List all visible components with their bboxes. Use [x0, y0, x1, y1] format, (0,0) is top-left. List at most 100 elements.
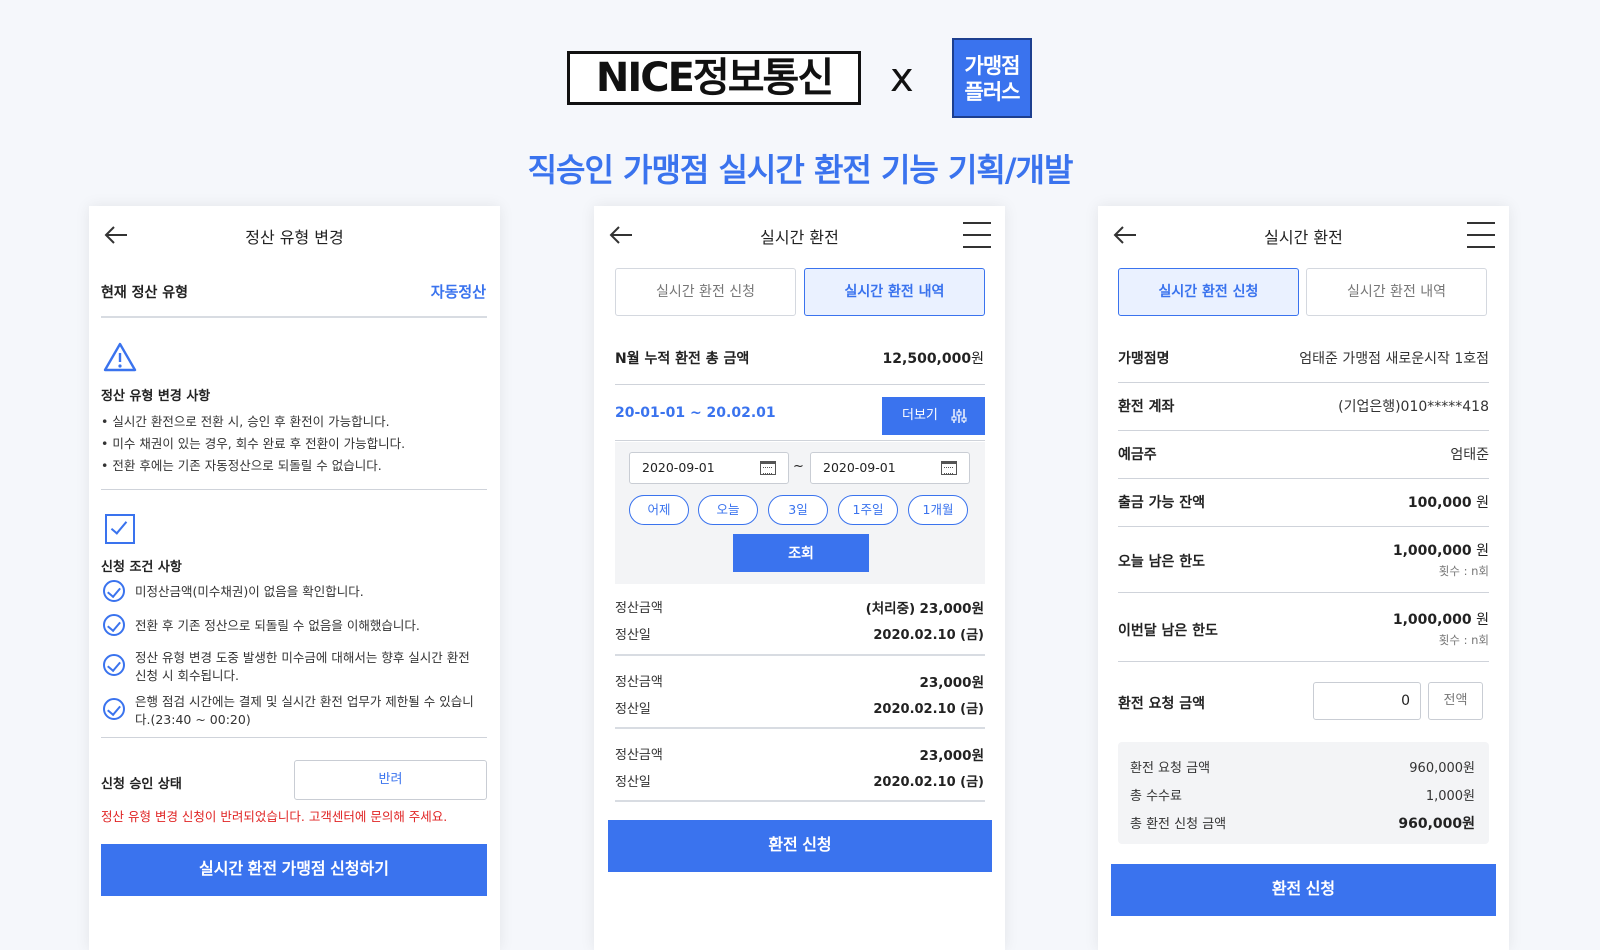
hamburger-menu-icon[interactable] [963, 222, 991, 248]
screen-realtime-exchange-history: 실시간 환전 실시간 환전 신청 실시간 환전 내역 N월 누적 환전 총 금액… [594, 206, 1005, 950]
record-date: 2020.02.10 (금) [873, 775, 984, 790]
app-bar: 실시간 환전 [594, 206, 1005, 262]
notice-item: • 실시간 환전으로 전환 시, 승인 후 환전이 가능합니다. [101, 414, 390, 429]
app-bar: 정산 유형 변경 [89, 206, 500, 262]
total-label: N월 누적 환전 총 금액 [615, 351, 750, 367]
more-button[interactable]: 더보기 [882, 397, 985, 435]
divider [1118, 478, 1489, 479]
record-amount: 23,000원 [919, 748, 984, 764]
chip-1month[interactable]: 1개월 [908, 495, 968, 525]
screen-title: 실시간 환전 [1264, 228, 1343, 247]
warning-icon [103, 342, 137, 372]
full-amount-button[interactable]: 전액 [1428, 682, 1483, 720]
record-amount-label: 정산금액 [615, 748, 663, 763]
store-value: 엄태준 가맹점 새로운시작 1호점 [1299, 351, 1489, 367]
chip-1week[interactable]: 1주일 [838, 495, 898, 525]
balance-label: 출금 가능 잔액 [1118, 495, 1206, 511]
record-date: 2020.02.10 (금) [873, 628, 984, 643]
checkbox-icon [105, 514, 135, 544]
divider [101, 737, 487, 738]
check-circle-icon[interactable] [103, 580, 125, 602]
check-circle-icon[interactable] [103, 698, 125, 720]
divider [615, 727, 985, 729]
record-date-label: 정산일 [615, 775, 651, 790]
divider [1118, 592, 1489, 593]
date-to-input[interactable]: 2020-09-01 [810, 452, 970, 484]
account-label: 환전 계좌 [1118, 399, 1175, 415]
notice-item: • 미수 채권이 있는 경우, 회수 완료 후 전환이 가능합니다. [101, 436, 406, 451]
status-badge: 반려 [294, 760, 487, 800]
month-limit-value: 1,000,000 원 [1392, 612, 1489, 628]
summary-request-label: 환전 요청 금액 [1130, 761, 1211, 776]
balance-value: 100,000 원 [1407, 495, 1489, 511]
total-amount: 12,500,000원 [882, 351, 984, 367]
today-count: 횟수 : n회 [1438, 564, 1489, 578]
date-from-input[interactable]: 2020-09-01 [629, 452, 789, 484]
record-amount: 23,000원 [919, 675, 984, 691]
divider [1118, 382, 1489, 383]
account-value: (기업은행)010*****418 [1338, 399, 1489, 415]
chip-3days[interactable]: 3일 [768, 495, 828, 525]
month-limit-label: 이번달 남은 한도 [1118, 623, 1218, 639]
divider [1118, 661, 1489, 662]
divider [1118, 430, 1489, 431]
hamburger-menu-icon[interactable] [1467, 222, 1495, 248]
tab-exchange-apply[interactable]: 실시간 환전 신청 [1118, 268, 1299, 316]
apply-realtime-merchant-button[interactable]: 실시간 환전 가맹점 신청하기 [101, 844, 487, 896]
screen-title: 실시간 환전 [760, 228, 839, 247]
condition-item: 은행 점검 시간에는 결제 및 실시간 환전 업무가 제한될 수 있습니다.(2… [135, 694, 474, 727]
notice-title: 정산 유형 변경 사항 [101, 389, 211, 404]
divider [615, 440, 985, 441]
page-title: 직승인 가맹점 실시간 환전 기능 기획/개발 [527, 151, 1074, 189]
header: NICE정보통신 x 가맹점 플러스 [0, 36, 1600, 120]
chip-yesterday[interactable]: 어제 [629, 495, 689, 525]
current-type-value: 자동정산 [430, 283, 486, 301]
gamaengjeom-plus-logo: 가맹점 플러스 [952, 38, 1032, 118]
tab-exchange-history[interactable]: 실시간 환전 내역 [804, 268, 985, 316]
divider [1118, 526, 1489, 527]
summary-request-value: 960,000원 [1409, 761, 1475, 776]
filter-sliders-icon [951, 409, 967, 423]
collab-x: x [890, 55, 914, 101]
screen-realtime-exchange-apply: 실시간 환전 실시간 환전 신청 실시간 환전 내역 가맹점명 엄태준 가맹점 … [1098, 206, 1509, 950]
condition-item: 정산 유형 변경 도중 발생한 미수금에 대해서는 향후 실시간 환전 신청 시… [135, 650, 470, 683]
nice-logo: NICE정보통신 [567, 51, 861, 105]
exchange-apply-button[interactable]: 환전 신청 [1111, 864, 1496, 916]
app-bar: 실시간 환전 [1098, 206, 1509, 262]
check-circle-icon[interactable] [103, 614, 125, 636]
record-date-label: 정산일 [615, 702, 651, 717]
reject-message: 정산 유형 변경 신청이 반려되었습니다. 고객센터에 문의해 주세요. [101, 809, 448, 824]
today-limit-label: 오늘 남은 한도 [1118, 554, 1206, 570]
date-tilde: ~ [793, 459, 804, 474]
calendar-icon[interactable] [760, 461, 776, 475]
month-count: 횟수 : n회 [1438, 633, 1489, 647]
summary-total-label: 총 환전 신청 금액 [1130, 817, 1227, 832]
conditions-title: 신청 조건 사항 [101, 560, 182, 575]
divider [615, 384, 985, 385]
current-type-label: 현재 정산 유형 [101, 285, 189, 301]
record-amount-label: 정산금액 [615, 675, 663, 690]
status-label: 신청 승인 상태 [101, 777, 182, 792]
search-button[interactable]: 조회 [733, 534, 869, 572]
record-amount-label: 정산금액 [615, 601, 663, 616]
divider [615, 800, 985, 802]
tab-exchange-history[interactable]: 실시간 환전 내역 [1306, 268, 1487, 316]
exchange-apply-button[interactable]: 환전 신청 [608, 820, 992, 872]
record-date: 2020.02.10 (금) [873, 702, 984, 717]
calendar-icon[interactable] [941, 461, 957, 475]
request-label: 환전 요청 금액 [1118, 696, 1206, 712]
holder-value: 엄태준 [1450, 447, 1489, 463]
screen-title: 정산 유형 변경 [245, 228, 344, 247]
chip-today[interactable]: 오늘 [698, 495, 758, 525]
period-range: 20-01-01 ~ 20.02.01 [615, 405, 776, 421]
record-amount: (처리중) 23,000원 [865, 601, 984, 617]
divider [101, 489, 487, 490]
tab-exchange-apply[interactable]: 실시간 환전 신청 [615, 268, 796, 316]
notice-item: • 전환 후에는 기존 자동정산으로 되돌릴 수 없습니다. [101, 458, 382, 473]
request-amount-input[interactable]: 0 [1313, 682, 1421, 720]
store-label: 가맹점명 [1118, 351, 1170, 367]
condition-item: 미정산금액(미수채권)이 없음을 확인합니다. [135, 584, 364, 599]
today-limit-value: 1,000,000 원 [1392, 543, 1489, 559]
summary-fee-value: 1,000원 [1425, 789, 1475, 804]
check-circle-icon[interactable] [103, 654, 125, 676]
